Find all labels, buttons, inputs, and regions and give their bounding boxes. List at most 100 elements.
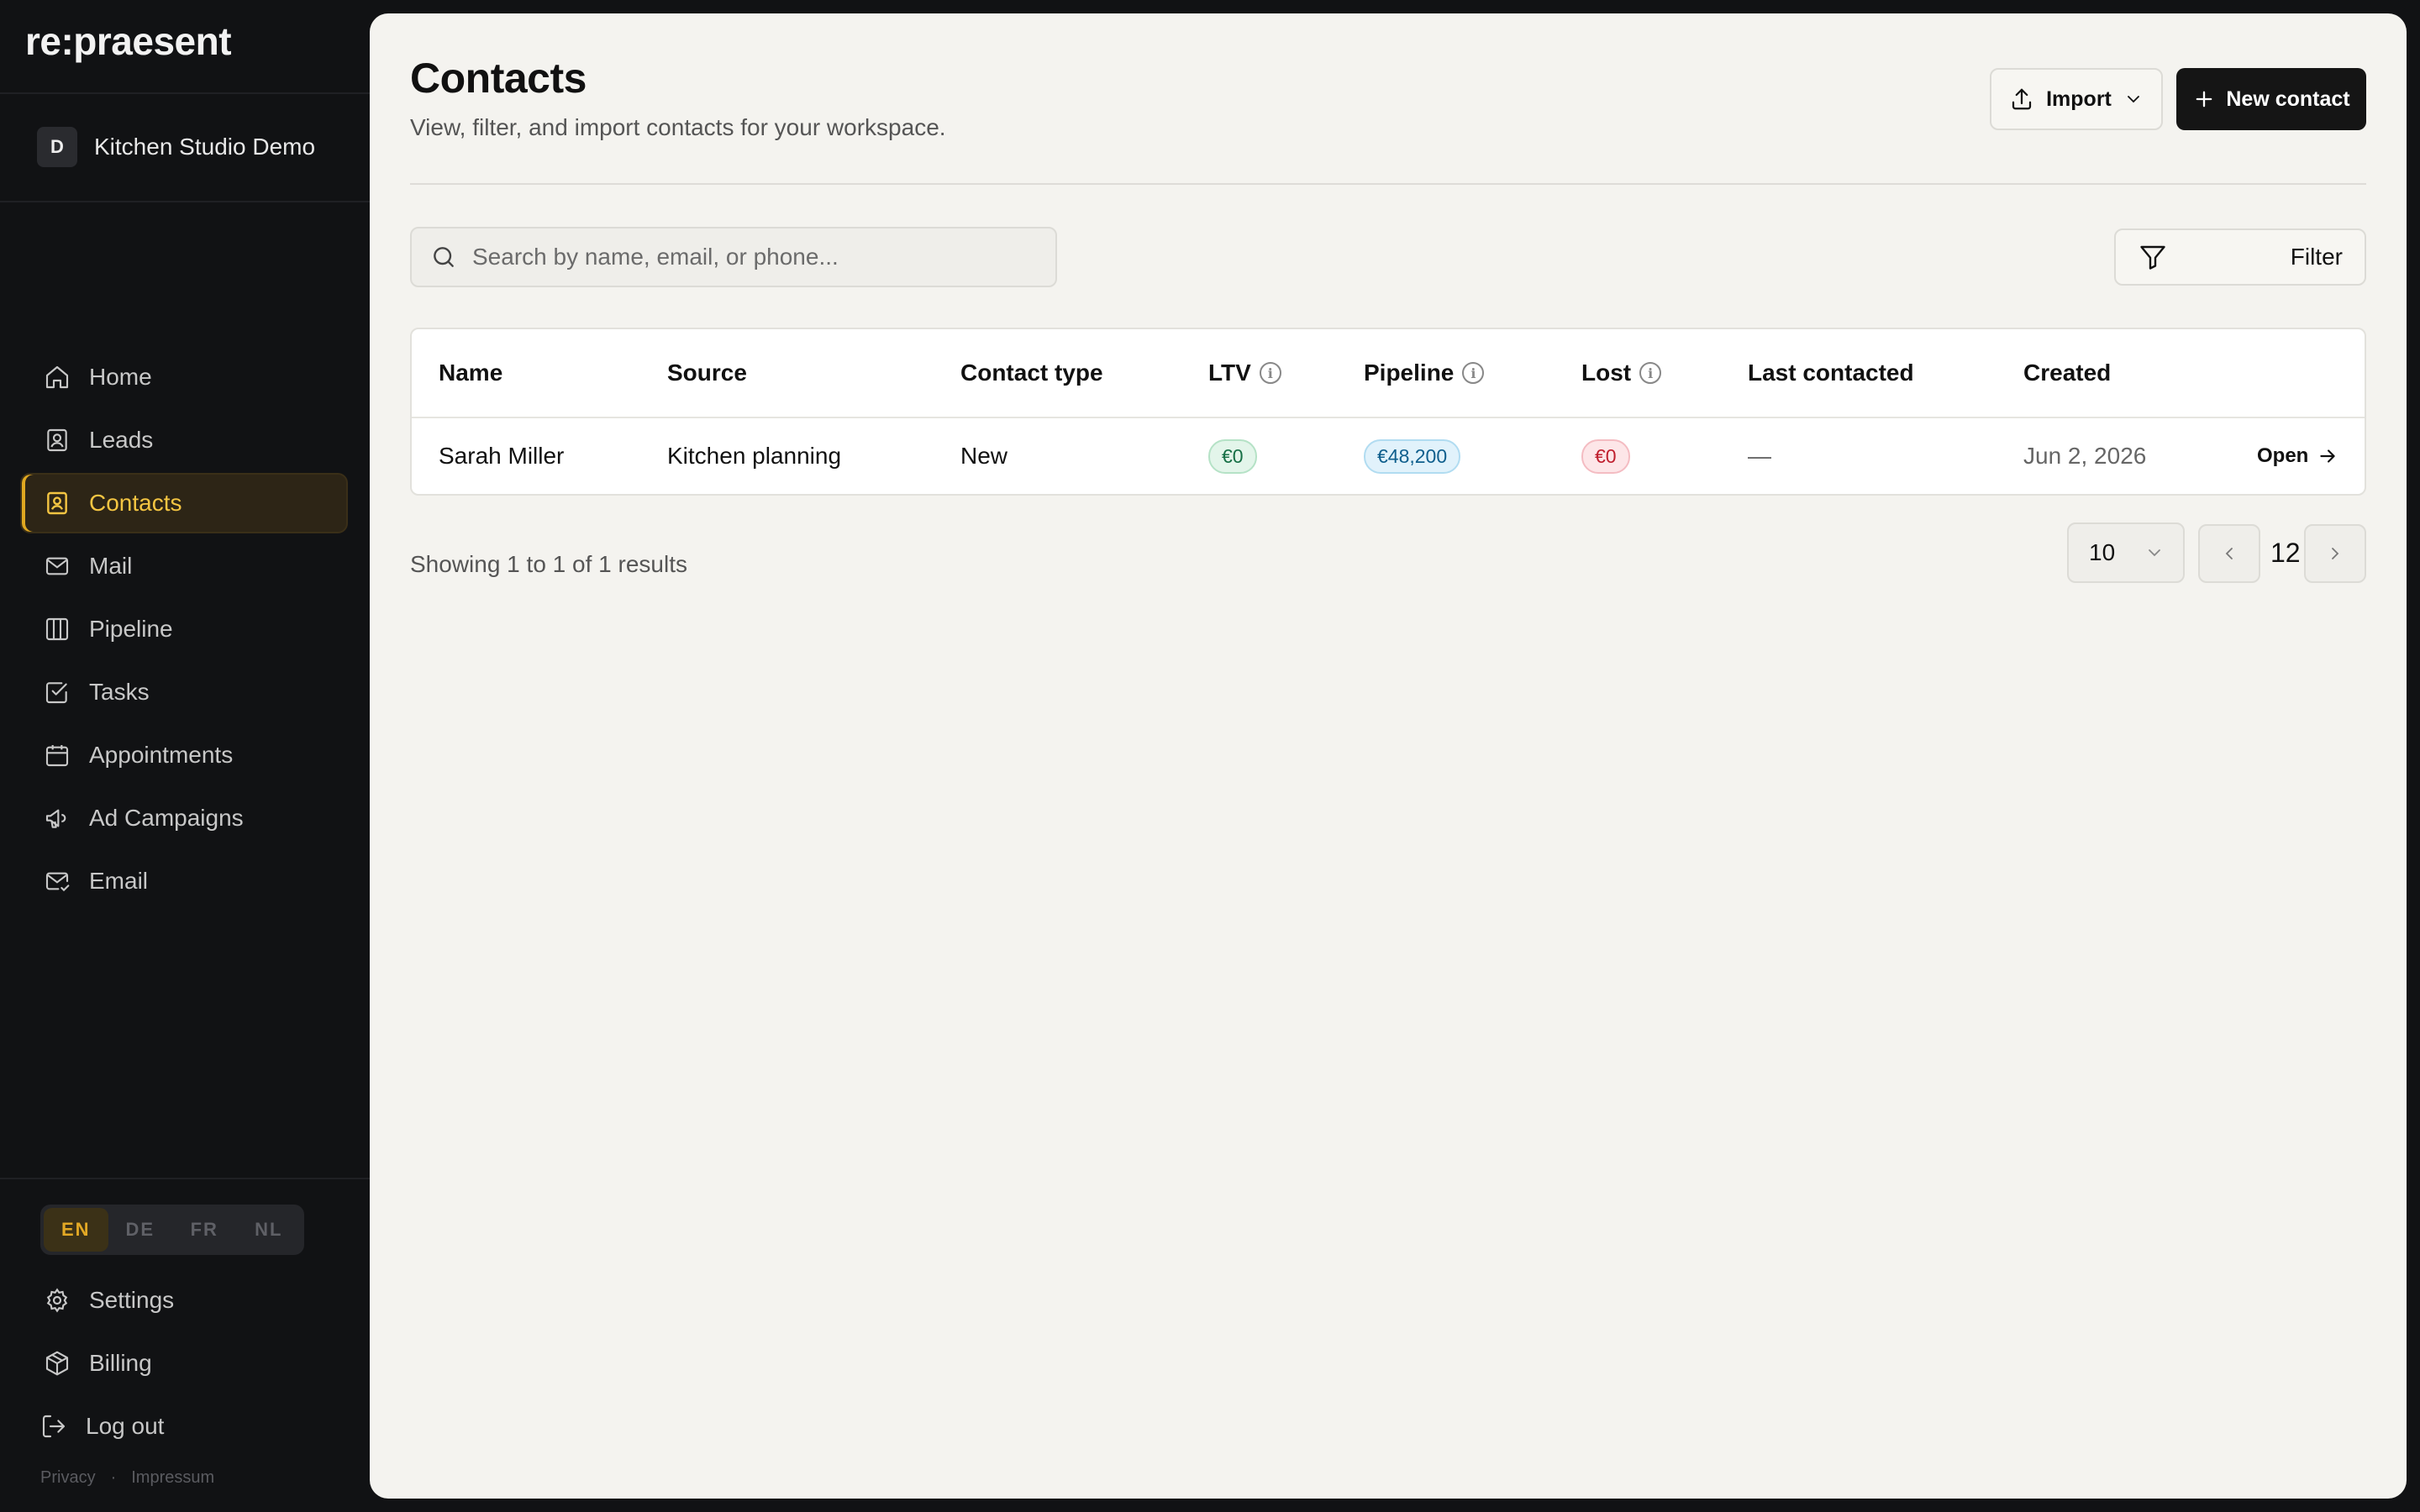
sidebar-item-label: Appointments: [89, 742, 234, 768]
open-label: Open: [2257, 444, 2309, 467]
privacy-link[interactable]: Privacy: [40, 1468, 96, 1488]
column-header-created[interactable]: Created: [2023, 360, 2111, 386]
table-header: Name Source Contact type LTV i Pipeline …: [412, 329, 2365, 418]
chevron-down-icon: [2149, 549, 2160, 557]
search-icon: [434, 247, 454, 267]
contact-book-icon: [47, 491, 67, 515]
gear-icon: [46, 1288, 68, 1313]
sidebar-item-label: Contacts: [89, 490, 182, 516]
cell-ltv: €0: [1208, 438, 1257, 474]
columns-icon: [45, 617, 69, 641]
mail-check-icon: [45, 872, 70, 892]
workspace-name: Kitchen Studio Demo: [94, 134, 316, 160]
sidebar-item-label: Home: [89, 364, 152, 390]
page-subtitle: View, filter, and import contacts for yo…: [410, 114, 946, 140]
contacts-table: Name Source Contact type LTV i Pipeline …: [410, 328, 2366, 496]
sidebar-item-settings[interactable]: Settings: [20, 1270, 348, 1331]
cell-name: Sarah Miller: [439, 443, 565, 469]
column-header-source[interactable]: Source: [667, 360, 747, 386]
cell-contact-type: New: [960, 443, 1008, 469]
column-header-lost[interactable]: Lost i: [1581, 360, 1662, 386]
sidebar-item-home[interactable]: Home: [20, 347, 348, 407]
plus-icon: [2196, 91, 2212, 108]
column-header-contact-type[interactable]: Contact type: [960, 360, 1103, 386]
main-nav: Home Leads Contacts Mail Pipeline Tasks …: [20, 347, 348, 914]
lang-option-de[interactable]: DE: [108, 1208, 173, 1252]
sidebar-item-email[interactable]: Email: [20, 851, 348, 911]
workspace-avatar: D: [37, 127, 77, 167]
home-icon: [45, 365, 69, 389]
language-switcher: EN DE FR NL: [40, 1205, 304, 1255]
sidebar-item-tasks[interactable]: Tasks: [20, 662, 348, 722]
filter-icon: [2140, 245, 2165, 270]
search-input[interactable]: [472, 244, 1044, 270]
column-header-name[interactable]: Name: [439, 360, 502, 386]
ltv-badge: €0: [1208, 438, 1257, 474]
lost-badge: €0: [1581, 438, 1630, 474]
sidebar-divider: [0, 1178, 370, 1179]
workspace-switcher[interactable]: D Kitchen Studio Demo: [37, 126, 315, 168]
impressum-link[interactable]: Impressum: [131, 1468, 214, 1488]
page-title: Contacts: [410, 55, 587, 102]
sidebar-item-label: Pipeline: [89, 616, 173, 642]
app-logo[interactable]: re:praesent: [25, 18, 232, 64]
sidebar-divider: [0, 201, 370, 202]
pipeline-badge: €48,200: [1364, 438, 1461, 474]
logout-button[interactable]: Log out: [20, 1396, 348, 1457]
cell-created: Jun 2, 2026: [2023, 443, 2147, 469]
previous-page-button[interactable]: [2198, 524, 2260, 583]
cell-source: Kitchen planning: [667, 443, 842, 469]
per-page-select[interactable]: 10: [2067, 522, 2185, 583]
cell-last-contacted: —: [1748, 443, 1771, 469]
checkbox-icon: [45, 682, 67, 704]
lang-option-fr[interactable]: FR: [172, 1208, 237, 1252]
sidebar-item-contacts[interactable]: Contacts: [20, 473, 348, 533]
sidebar-item-appointments[interactable]: Appointments: [20, 725, 348, 785]
column-header-last-contacted[interactable]: Last contacted: [1748, 360, 1914, 386]
cell-pipeline: €48,200: [1364, 438, 1461, 474]
calendar-icon: [45, 745, 69, 767]
logout-icon: [42, 1415, 66, 1438]
bottom-nav: Settings Billing Log out: [20, 1270, 348, 1459]
megaphone-icon: [45, 809, 66, 828]
new-contact-button[interactable]: New contact: [2176, 68, 2366, 130]
lang-option-en[interactable]: EN: [44, 1208, 108, 1252]
filter-button[interactable]: Filter: [2114, 228, 2366, 286]
chevron-right-icon: [2332, 548, 2339, 559]
sidebar-item-label: Tasks: [89, 679, 150, 705]
sidebar-item-billing[interactable]: Billing: [20, 1333, 348, 1394]
info-icon[interactable]: i: [1259, 362, 1281, 384]
sidebar-item-mail[interactable]: Mail: [20, 536, 348, 596]
sidebar-item-label: Leads: [89, 427, 154, 453]
info-icon[interactable]: i: [1462, 362, 1485, 384]
import-button[interactable]: Import: [1990, 68, 2163, 130]
legal-links: Privacy · Impressum: [40, 1468, 214, 1488]
new-contact-label: New contact: [2226, 87, 2350, 111]
next-page-button[interactable]: [2304, 524, 2366, 583]
package-icon: [45, 1351, 69, 1376]
current-page: 12: [2270, 538, 2301, 568]
mail-icon: [45, 557, 69, 575]
search-box: [410, 227, 1057, 287]
sidebar: re:praesent D Kitchen Studio Demo Home L…: [0, 0, 370, 1512]
per-page-value: 10: [2089, 539, 2116, 565]
sidebar-item-label: Billing: [89, 1350, 152, 1376]
lang-option-nl[interactable]: NL: [237, 1208, 302, 1252]
sidebar-item-leads[interactable]: Leads: [20, 410, 348, 470]
import-label: Import: [2046, 87, 2112, 111]
filter-label: Filter: [2290, 244, 2343, 270]
column-header-pipeline[interactable]: Pipeline i: [1364, 360, 1485, 386]
main-panel: Contacts View, filter, and import contac…: [370, 13, 2407, 1499]
column-header-ltv[interactable]: LTV i: [1208, 360, 1281, 386]
arrow-right-icon: [2320, 449, 2336, 463]
sidebar-item-pipeline[interactable]: Pipeline: [20, 599, 348, 659]
id-badge-icon: [47, 428, 67, 452]
cell-lost: €0: [1581, 438, 1630, 474]
sidebar-item-ad-campaigns[interactable]: Ad Campaigns: [20, 788, 348, 848]
results-summary: Showing 1 to 1 of 1 results: [410, 551, 687, 577]
upload-icon: [2012, 88, 2032, 110]
info-icon[interactable]: i: [1639, 362, 1662, 384]
table-row[interactable]: Sarah Miller Kitchen planning New €0 €48…: [412, 418, 2365, 494]
logout-label: Log out: [86, 1413, 165, 1439]
open-contact-link[interactable]: Open: [2257, 444, 2338, 468]
